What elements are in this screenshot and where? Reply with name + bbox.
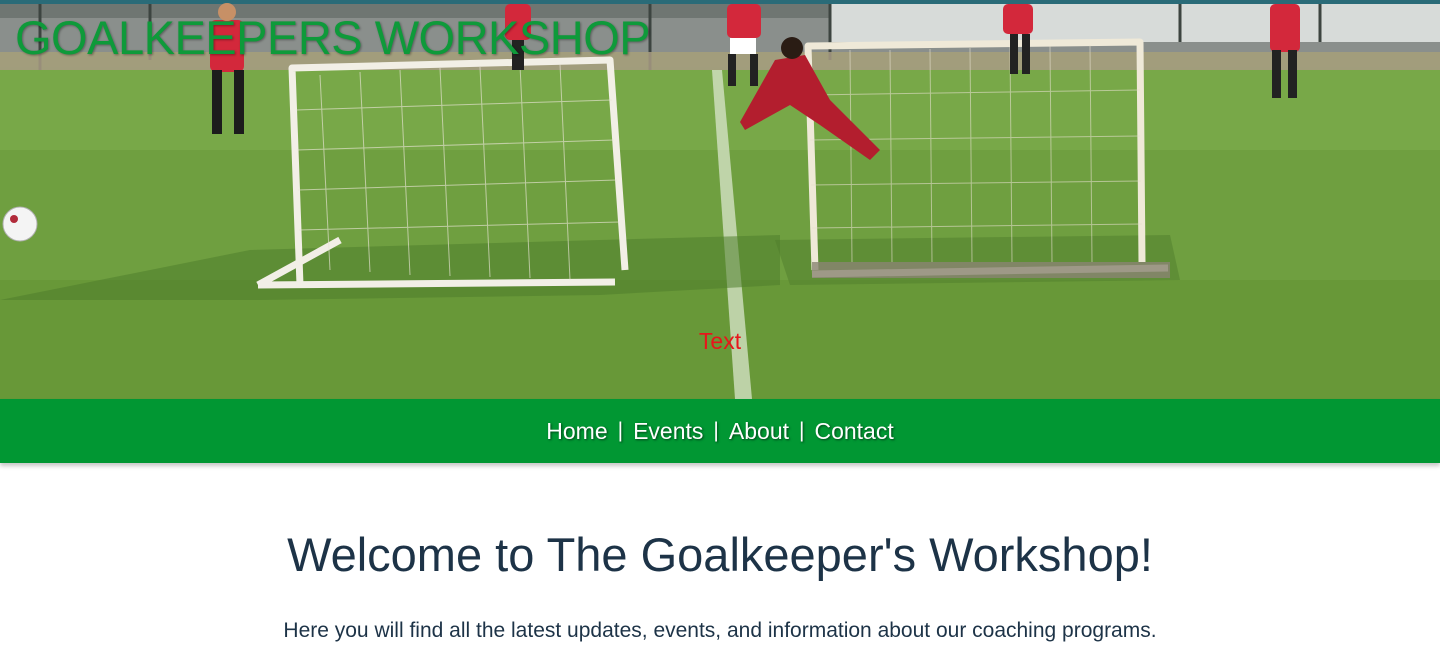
nav-separator: | bbox=[799, 419, 805, 442]
nav-separator: | bbox=[617, 419, 624, 442]
hero-banner: GOALKEEPERS WORKSHOP Text bbox=[0, 0, 1440, 399]
welcome-intro-text: Here you will find all the latest update… bbox=[283, 619, 1157, 642]
nav-link-contact[interactable]: Contact bbox=[814, 418, 893, 445]
site-title: GOALKEEPERS WORKSHOP bbox=[15, 11, 651, 64]
hero-caption: Text bbox=[698, 328, 742, 354]
main-navigation: Home | Events | About | Contact bbox=[0, 399, 1440, 463]
nav-link-home[interactable]: Home bbox=[546, 418, 607, 445]
nav-link-events[interactable]: Events bbox=[633, 418, 703, 445]
nav-link-about[interactable]: About bbox=[729, 418, 789, 445]
welcome-heading: Welcome to The Goalkeeper's Workshop! bbox=[287, 528, 1153, 581]
nav-separator: | bbox=[713, 419, 719, 442]
